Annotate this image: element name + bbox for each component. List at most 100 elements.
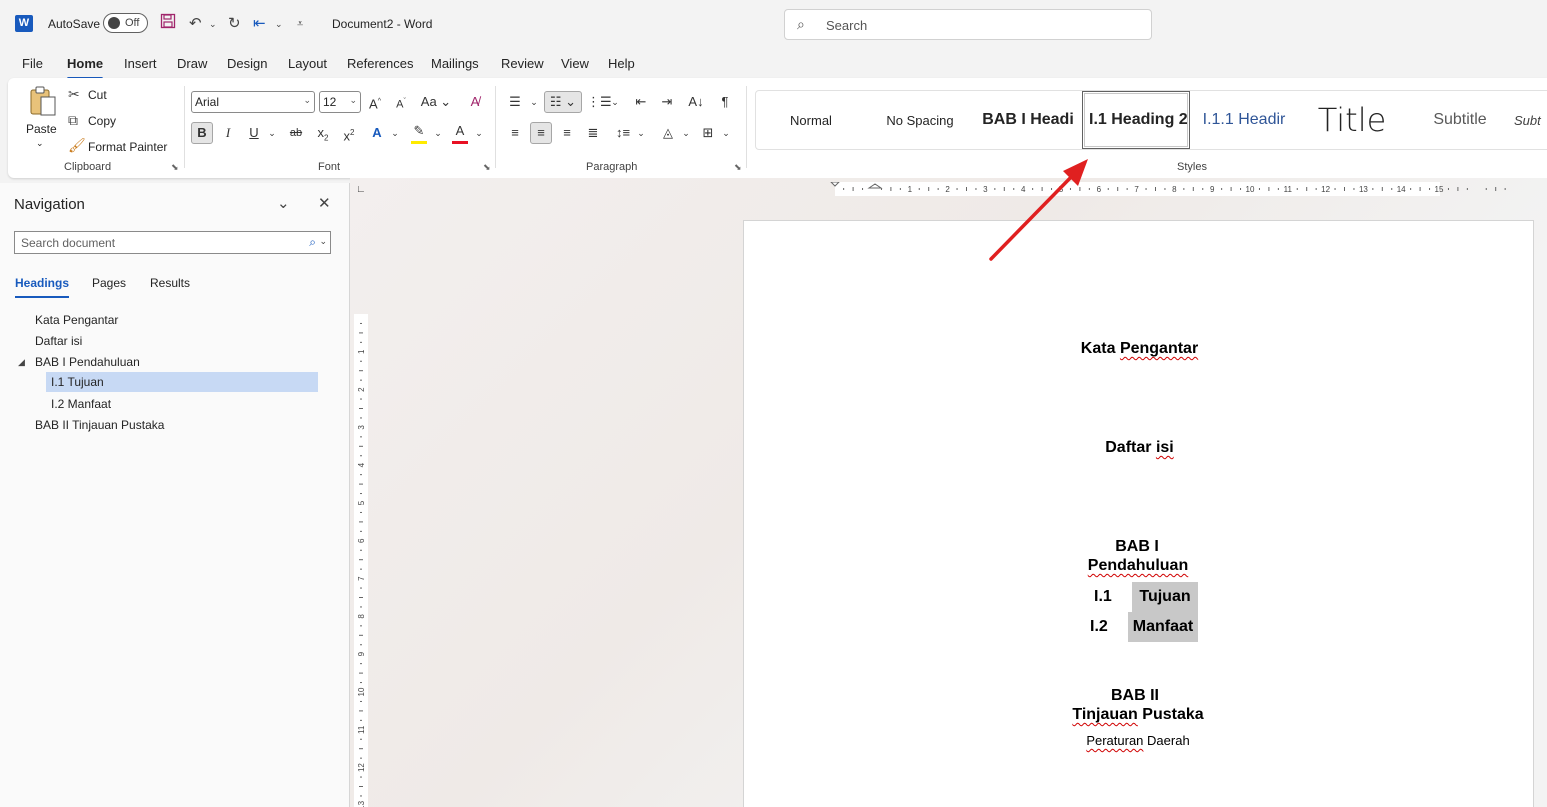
heading2-manfaat[interactable]: Manfaat: [1128, 612, 1198, 642]
copy-button[interactable]: Copy: [88, 114, 116, 128]
tab-review[interactable]: Review: [501, 56, 544, 71]
grow-font-icon[interactable]: A^: [364, 91, 386, 113]
search-box[interactable]: ⌕ Search: [784, 9, 1152, 40]
align-left-icon[interactable]: ≡: [504, 122, 526, 144]
superscript-button[interactable]: x2: [338, 122, 360, 144]
tab-pages[interactable]: Pages: [92, 276, 126, 290]
undo-dropdown-icon[interactable]: ⌄: [209, 13, 217, 35]
paste-dropdown-icon[interactable]: ⌄: [36, 138, 44, 149]
heading-bab-2-line2[interactable]: Tinjauan Pustaka: [744, 706, 1532, 724]
save-icon[interactable]: [160, 13, 176, 35]
font-color-dropdown-icon[interactable]: ⌄: [468, 122, 490, 144]
nav-search-input[interactable]: Search document ⌕ ⌄: [14, 231, 331, 254]
chevron-down-icon[interactable]: ⌄: [319, 236, 327, 247]
show-formatting-icon[interactable]: ¶: [714, 91, 736, 113]
tab-headings[interactable]: Headings: [15, 276, 70, 298]
indent-dropdown-icon[interactable]: ⌄: [275, 13, 283, 35]
tab-draw[interactable]: Draw: [177, 56, 207, 71]
align-right-icon[interactable]: ≡: [556, 122, 578, 144]
document-page[interactable]: Kata Pengantar Daftar isi BAB I Pendahul…: [743, 220, 1534, 807]
style-subtle-emphasis[interactable]: Subt: [1514, 91, 1547, 149]
body-text[interactable]: Peraturan Daerah: [744, 733, 1532, 748]
style-heading-3[interactable]: I.1.1 Headir: [1190, 91, 1298, 149]
cut-icon[interactable]: ✂: [68, 86, 80, 103]
tab-help[interactable]: Help: [608, 56, 635, 71]
tab-design[interactable]: Design: [227, 56, 267, 71]
style-heading-1[interactable]: BAB I Headi: [974, 91, 1082, 149]
clear-formatting-icon[interactable]: A̸: [464, 91, 486, 113]
close-icon[interactable]: ✕: [318, 194, 331, 212]
bold-button[interactable]: B: [191, 122, 213, 144]
italic-button[interactable]: I: [217, 122, 239, 144]
nav-heading-item[interactable]: I.2 Manfaat: [51, 394, 318, 414]
autosave-toggle[interactable]: Off: [103, 13, 148, 33]
nav-heading-item[interactable]: BAB II Tinjauan Pustaka: [35, 415, 318, 435]
ruler-number: 1: [908, 185, 913, 194]
tab-results[interactable]: Results: [150, 276, 190, 290]
indent-icon[interactable]: ⇤: [253, 13, 266, 35]
style-subtitle[interactable]: Subtitle: [1406, 91, 1514, 149]
underline-dropdown-icon[interactable]: ⌄: [261, 122, 283, 144]
strikethrough-button[interactable]: ab: [285, 122, 307, 144]
shrink-font-icon[interactable]: Aˇ: [390, 91, 412, 113]
customize-toolbar-icon[interactable]: ⩡: [297, 13, 303, 35]
borders-dropdown-icon[interactable]: ⌄: [715, 122, 737, 144]
change-case-icon[interactable]: Aa ⌄: [420, 91, 452, 113]
font-launcher-icon[interactable]: ⬊: [483, 162, 491, 173]
heading-bab-1-line2[interactable]: Pendahuluan: [744, 557, 1532, 575]
chevron-down-icon[interactable]: ⌄: [277, 194, 290, 212]
format-painter-icon[interactable]: 🖌: [68, 137, 86, 154]
paragraph-launcher-icon[interactable]: ⬊: [734, 162, 742, 173]
paste-label[interactable]: Paste: [26, 122, 57, 136]
font-name-value: Arial: [195, 95, 220, 109]
style-no-spacing[interactable]: No Spacing: [866, 91, 974, 149]
paste-icon[interactable]: [28, 84, 58, 118]
search-icon[interactable]: ⌕: [309, 235, 316, 250]
tab-selector-icon[interactable]: ∟: [356, 184, 366, 195]
tab-mailings[interactable]: Mailings: [431, 56, 479, 71]
align-center-icon[interactable]: ≡: [530, 122, 552, 144]
heading-bab-1-line1[interactable]: BAB I: [744, 538, 1530, 556]
font-name-combo[interactable]: Arial ⌄: [191, 91, 315, 113]
shading-dropdown-icon[interactable]: ⌄: [675, 122, 697, 144]
bullets-dropdown-icon[interactable]: ⌄: [523, 91, 545, 113]
style-heading-2[interactable]: I.1 Heading 2: [1082, 91, 1190, 149]
numbering-icon[interactable]: ☷ ⌄: [544, 91, 582, 113]
cut-button[interactable]: Cut: [88, 88, 107, 102]
tab-view[interactable]: View: [561, 56, 589, 71]
tab-references[interactable]: References: [347, 56, 413, 71]
horizontal-ruler[interactable]: 1 2 3 4 5 6 7 8 9 10 11 12 13 14 15: [742, 182, 1530, 196]
highlight-dropdown-icon[interactable]: ⌄: [427, 122, 449, 144]
heading2-tujuan[interactable]: Tujuan: [1132, 582, 1198, 612]
heading-bab-2-line1[interactable]: BAB II: [744, 687, 1526, 705]
nav-heading-item-selected[interactable]: I.1 Tujuan: [46, 372, 318, 392]
sort-icon[interactable]: A↓: [685, 91, 707, 113]
increase-indent-icon[interactable]: ⇥: [656, 91, 678, 113]
heading-daftar-isi[interactable]: Daftar isi: [744, 439, 1535, 457]
tab-insert[interactable]: Insert: [124, 56, 157, 71]
copy-icon[interactable]: ⧉: [68, 112, 78, 129]
subscript-button[interactable]: x2: [312, 122, 334, 144]
tab-file[interactable]: File: [22, 56, 43, 71]
decrease-indent-icon[interactable]: ⇤: [630, 91, 652, 113]
justify-icon[interactable]: ≣: [582, 122, 604, 144]
clipboard-launcher-icon[interactable]: ⬊: [171, 162, 179, 173]
text-effects-dropdown-icon[interactable]: ⌄: [384, 122, 406, 144]
heading-kata-pengantar[interactable]: Kata Pengantar: [744, 340, 1535, 358]
nav-heading-item[interactable]: Kata Pengantar: [35, 310, 318, 330]
nav-heading-item[interactable]: Daftar isi: [35, 331, 318, 351]
vertical-ruler[interactable]: 12345678910111213: [354, 314, 368, 807]
tab-home[interactable]: Home: [67, 56, 104, 80]
undo-icon[interactable]: ↶: [189, 13, 202, 35]
redo-icon[interactable]: ↻: [228, 13, 241, 35]
style-normal[interactable]: Normal: [756, 91, 866, 149]
ruler-number: 12: [1321, 185, 1330, 194]
nav-heading-item[interactable]: BAB I Pendahuluan: [35, 352, 318, 372]
tab-layout[interactable]: Layout: [288, 56, 327, 71]
multilevel-dropdown-icon[interactable]: ⌄: [604, 91, 626, 113]
font-size-combo[interactable]: 12 ⌄: [319, 91, 361, 113]
style-title[interactable]: Title: [1298, 91, 1406, 149]
format-painter-button[interactable]: Format Painter: [88, 140, 167, 154]
line-spacing-dropdown-icon[interactable]: ⌄: [630, 122, 652, 144]
collapse-triangle-icon[interactable]: ◢: [18, 357, 25, 368]
